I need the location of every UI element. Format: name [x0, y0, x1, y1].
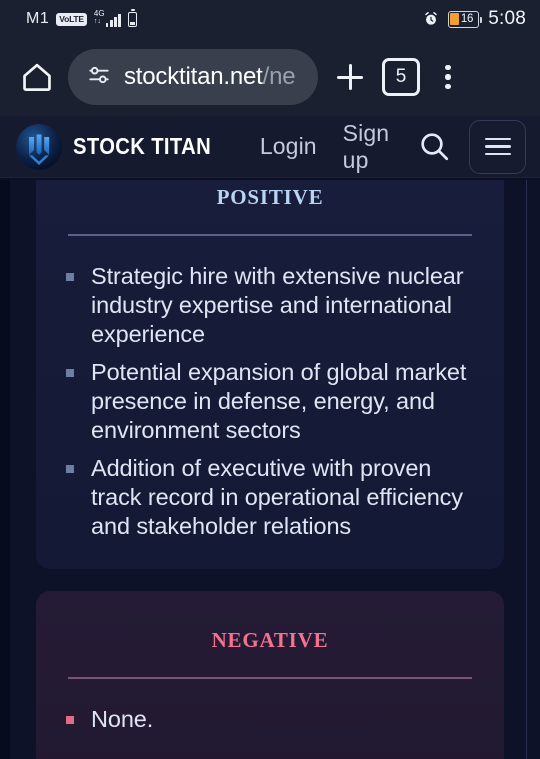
list-item: None. — [62, 705, 476, 734]
signup-link[interactable]: Sign up — [343, 120, 393, 174]
battery-percent: 16 — [460, 13, 474, 25]
positive-title: Positive — [216, 180, 324, 211]
site-settings-icon[interactable] — [86, 62, 112, 93]
carrier-label: M1 — [26, 10, 50, 27]
header-nav-links: Login Sign up — [260, 120, 393, 174]
list-item: Addition of executive with proven track … — [62, 454, 476, 541]
stock-titan-logo-icon[interactable] — [16, 123, 62, 170]
brand-name[interactable]: STOCK TITAN — [73, 133, 211, 160]
battery-indicator: 16 — [448, 10, 483, 28]
hamburger-menu-icon[interactable] — [469, 119, 526, 174]
status-bar-left: M1 VoLTE 4G ↑↓ — [26, 8, 137, 28]
negative-divider — [68, 677, 472, 679]
plus-icon[interactable] — [328, 55, 372, 99]
positive-divider — [68, 234, 472, 236]
negative-title: Negative — [211, 621, 329, 654]
list-item: Potential expansion of global market pre… — [62, 358, 476, 445]
phone-screen: M1 VoLTE 4G ↑↓ 16 5:08 stocktitan.net/ne… — [0, 0, 540, 759]
status-bar: M1 VoLTE 4G ↑↓ 16 5:08 — [0, 0, 540, 38]
url-text: stocktitan.net/ne — [124, 63, 296, 90]
browser-toolbar: stocktitan.net/ne 5 — [0, 38, 540, 116]
negative-card: Negative None. — [36, 591, 504, 759]
network-type-label: 4G — [93, 8, 105, 18]
tab-counter-button[interactable]: 5 — [382, 58, 420, 96]
negative-bullet-list: None. — [62, 705, 476, 734]
three-dots-menu-icon[interactable] — [430, 55, 466, 99]
home-icon[interactable] — [16, 56, 58, 98]
status-bar-right: 16 5:08 — [423, 8, 526, 30]
volte-badge: VoLTE — [56, 12, 87, 26]
positive-bullet-list: Strategic hire with extensive nuclear in… — [62, 262, 476, 541]
signal-bars-icon: 4G ↑↓ — [93, 8, 121, 27]
url-bar[interactable]: stocktitan.net/ne — [68, 49, 318, 105]
clock-label: 5:08 — [488, 8, 526, 29]
positive-card: Positive Strategic hire with extensive n… — [36, 180, 504, 569]
list-item: Strategic hire with extensive nuclear in… — [62, 262, 476, 349]
site-header: STOCK TITAN Login Sign up — [0, 116, 540, 178]
login-link[interactable]: Login — [260, 133, 317, 160]
sim-battery-icon — [127, 9, 137, 27]
alarm-clock-icon — [423, 11, 439, 27]
page-content: Positive Strategic hire with extensive n… — [0, 180, 540, 759]
scrollbar[interactable] — [525, 180, 527, 759]
search-icon[interactable] — [417, 129, 453, 165]
page-left-edge — [0, 180, 10, 759]
